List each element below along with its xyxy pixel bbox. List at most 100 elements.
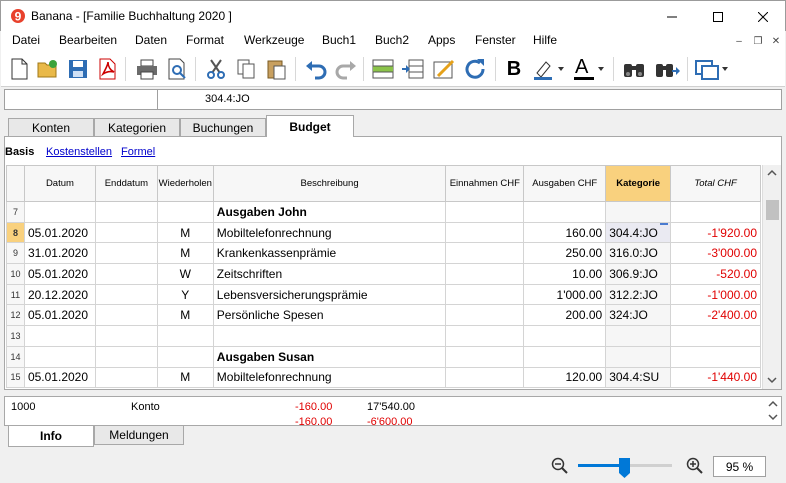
menu-format[interactable]: Format — [186, 33, 224, 47]
table-row[interactable]: 10 05.01.2020 W Zeitschriften 10.00 306.9:JO -… — [6, 263, 761, 285]
beschreibung-cell[interactable]: Mobiltelefonrechnung — [212, 366, 447, 389]
ausgaben-cell[interactable] — [523, 325, 607, 347]
table-row[interactable]: 13 — [6, 325, 761, 347]
enddatum-cell[interactable] — [94, 283, 158, 306]
kategorie-cell[interactable] — [605, 345, 672, 368]
redo-button[interactable] — [333, 56, 359, 82]
enddatum-cell[interactable] — [94, 366, 158, 389]
table-row[interactable]: 9 31.01.2020 M Krankenkassenprämie 250.00 316… — [6, 242, 761, 265]
row-number[interactable]: 12 — [6, 304, 25, 327]
table-row[interactable]: 15 05.01.2020 M Mobiltelefonrechnung 120.00 3… — [6, 366, 761, 389]
enddatum-cell[interactable] — [94, 304, 158, 327]
enddatum-cell[interactable] — [94, 345, 158, 368]
ausgaben-cell[interactable]: 200.00 — [523, 304, 607, 327]
cut-button[interactable] — [203, 56, 229, 82]
kategorie-cell[interactable] — [605, 201, 672, 223]
datum-cell[interactable]: 05.01.2020 — [23, 366, 96, 389]
datum-cell[interactable] — [23, 345, 96, 368]
highlight-button[interactable] — [531, 56, 567, 82]
einnahmen-cell[interactable] — [445, 221, 525, 244]
total-cell[interactable]: -520.00 — [670, 263, 761, 285]
einnahmen-cell[interactable] — [445, 304, 525, 327]
zoom-out-icon[interactable] — [551, 457, 569, 475]
info-scroll-down-icon[interactable] — [768, 414, 778, 421]
ausgaben-cell[interactable]: 250.00 — [523, 242, 607, 265]
datum-cell[interactable]: 20.12.2020 — [23, 283, 96, 306]
wiederholen-cell[interactable]: M — [156, 242, 214, 265]
enddatum-cell[interactable] — [94, 263, 158, 285]
wiederholen-cell[interactable]: W — [156, 263, 214, 285]
table-row[interactable]: 7 Ausgaben John — [6, 201, 761, 223]
kategorie-cell[interactable]: 316.0:JO — [605, 242, 672, 265]
kategorie-cell[interactable]: 312.2:JO — [605, 283, 672, 306]
row-number[interactable]: 9 — [6, 242, 25, 265]
move-row-button[interactable] — [400, 56, 426, 82]
datum-cell[interactable]: 05.01.2020 — [23, 263, 96, 285]
total-cell[interactable]: -1'440.00 — [670, 366, 761, 389]
maximize-button[interactable] — [695, 1, 741, 32]
menu-hilfe[interactable]: Hilfe — [533, 33, 557, 47]
column-header-ausgaben[interactable]: Ausgaben CHF — [523, 165, 607, 202]
einnahmen-cell[interactable] — [445, 283, 525, 306]
row-number-header[interactable] — [6, 165, 25, 202]
scroll-down-icon[interactable] — [767, 377, 777, 384]
kategorie-cell[interactable]: 304.4:JO — [605, 221, 672, 244]
wiederholen-cell[interactable]: Y — [156, 283, 214, 306]
open-button[interactable] — [35, 56, 61, 82]
refresh-button[interactable] — [463, 56, 489, 82]
column-header-wiederholen[interactable]: Wiederholen — [156, 165, 214, 202]
paste-button[interactable] — [263, 56, 289, 82]
tab-kategorien[interactable]: Kategorien — [94, 118, 180, 137]
row-number[interactable]: 15 — [6, 366, 25, 389]
einnahmen-cell[interactable] — [445, 325, 525, 347]
datum-cell[interactable] — [23, 201, 96, 223]
menu-bearbeiten[interactable]: Bearbeiten — [59, 33, 117, 47]
enddatum-cell[interactable] — [94, 242, 158, 265]
font-color-button[interactable]: A — [571, 56, 607, 82]
menu-daten[interactable]: Daten — [135, 33, 167, 47]
ausgaben-cell[interactable]: 10.00 — [523, 263, 607, 285]
view-kostenstellen[interactable]: Kostenstellen — [46, 146, 112, 158]
beschreibung-cell[interactable]: Ausgaben Susan — [212, 345, 447, 368]
wiederholen-cell[interactable]: M — [156, 221, 214, 244]
tab-info[interactable]: Info — [8, 426, 94, 447]
beschreibung-cell[interactable]: Krankenkassenprämie — [212, 242, 447, 265]
column-header-total[interactable]: Total CHF — [670, 165, 761, 202]
total-cell[interactable]: -2'400.00 — [670, 304, 761, 327]
einnahmen-cell[interactable] — [445, 263, 525, 285]
kategorie-cell[interactable]: 324:JO — [605, 304, 672, 327]
wiederholen-cell[interactable] — [156, 345, 214, 368]
table-row[interactable]: 14 Ausgaben Susan — [6, 345, 761, 368]
find-next-button[interactable] — [655, 56, 681, 82]
menu-werkzeuge[interactable]: Werkzeuge — [244, 33, 304, 47]
table-row[interactable]: 11 20.12.2020 Y Lebensversicherungsprämie 1'… — [6, 283, 761, 306]
ausgaben-cell[interactable] — [523, 345, 607, 368]
kategorie-cell[interactable]: 304.4:SU — [605, 366, 672, 389]
mdi-minimize-button[interactable]: – — [731, 34, 747, 48]
formula-bar[interactable]: 304.4:JO — [4, 89, 782, 110]
column-header-kategorie[interactable]: Kategorie — [605, 165, 672, 202]
datum-cell[interactable] — [23, 325, 96, 347]
insert-row-button[interactable] — [370, 56, 396, 82]
zoom-level-field[interactable]: 95 % — [713, 456, 766, 477]
total-cell[interactable] — [670, 325, 761, 347]
column-header-enddatum[interactable]: Enddatum — [94, 165, 158, 202]
zoom-slider-handle[interactable] — [619, 458, 630, 478]
table-row[interactable]: 12 05.01.2020 M Persönliche Spesen 200.00 324… — [6, 304, 761, 327]
menu-buch1[interactable]: Buch1 — [322, 33, 356, 47]
edit-button[interactable] — [431, 56, 457, 82]
wiederholen-cell[interactable]: M — [156, 304, 214, 327]
tab-konten[interactable]: Konten — [8, 118, 94, 137]
beschreibung-cell[interactable]: Persönliche Spesen — [212, 304, 447, 327]
enddatum-cell[interactable] — [94, 201, 158, 223]
row-number[interactable]: 8 — [6, 221, 25, 244]
row-number[interactable]: 7 — [6, 201, 25, 223]
einnahmen-cell[interactable] — [445, 366, 525, 389]
copy-button[interactable] — [233, 56, 259, 82]
close-button[interactable] — [740, 1, 786, 32]
einnahmen-cell[interactable] — [445, 201, 525, 223]
menu-buch2[interactable]: Buch2 — [375, 33, 409, 47]
ausgaben-cell[interactable] — [523, 201, 607, 223]
datum-cell[interactable]: 05.01.2020 — [23, 221, 96, 244]
table-row[interactable]: 8 05.01.2020 M Mobiltelefonrechnung 160.00 30… — [6, 221, 761, 244]
